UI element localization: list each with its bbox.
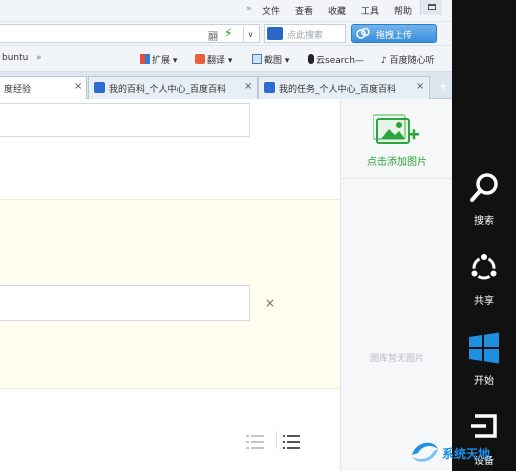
baidu-paw-icon bbox=[264, 82, 275, 93]
upload-label: 拖拽上传 bbox=[376, 31, 413, 41]
add-image-label: 点击添加图片 bbox=[367, 157, 427, 168]
bookmark-cloud-search[interactable]: 云search— bbox=[308, 53, 364, 66]
search-input[interactable]: 点此搜索 bbox=[264, 24, 346, 43]
new-tab-button[interactable]: + bbox=[438, 79, 448, 93]
upload-cloud-icon bbox=[356, 27, 370, 40]
numbered-list-icon[interactable] bbox=[246, 434, 266, 450]
share-icon bbox=[469, 252, 499, 280]
translate-icon bbox=[195, 54, 205, 64]
extensions-icon bbox=[140, 54, 150, 64]
bolt-icon[interactable]: ⚡ bbox=[224, 26, 232, 40]
address-toolbar: 翮 ⚡ ∨ 点此搜索 拖拽上传 bbox=[0, 22, 452, 46]
menu-overflow-chevron[interactable]: » bbox=[246, 4, 252, 14]
browser-window: » 文件 查看 收藏 工具 帮助 翮 ⚡ ∨ 点此搜索 拖拽上传 buntu »… bbox=[0, 0, 452, 471]
menu-favorites[interactable]: 收藏 bbox=[328, 4, 346, 17]
baidu-paw-icon[interactable] bbox=[267, 27, 283, 40]
page-content: × 点击添加图片 图库暂无图片 bbox=[0, 99, 452, 471]
clear-button[interactable]: × bbox=[265, 296, 275, 310]
watermark-swirl-icon bbox=[412, 442, 438, 462]
charms-bar: 搜索 共享 开始 设备 bbox=[452, 0, 516, 471]
menu-tools[interactable]: 工具 bbox=[361, 4, 379, 17]
tab-strip: 度经验 × 我的百科_个人中心_百度百科 × 我的任务_个人中心_百度百科 × … bbox=[0, 72, 452, 100]
charm-search-label: 搜索 bbox=[474, 216, 494, 227]
bookmark-baidu-music[interactable]: ♪ 百度随心听 bbox=[381, 53, 435, 66]
image-side-panel: 点击添加图片 图库暂无图片 bbox=[340, 99, 452, 471]
bookmark-translate[interactable]: 翻译 ▾ bbox=[195, 53, 232, 66]
minimize-button[interactable] bbox=[420, 0, 442, 15]
tab-title: 度经验 bbox=[4, 85, 32, 95]
bookmarks-overflow-chevron[interactable]: » bbox=[36, 53, 42, 63]
music-note-icon: ♪ bbox=[381, 56, 387, 66]
tab-close-button[interactable]: × bbox=[416, 81, 424, 92]
menu-view[interactable]: 查看 bbox=[295, 4, 313, 17]
bookmark-extensions[interactable]: 扩展 ▾ bbox=[140, 53, 177, 66]
charm-search[interactable]: 搜索 bbox=[452, 172, 516, 232]
baidu-paw-icon bbox=[94, 82, 105, 93]
tab-close-button[interactable]: × bbox=[74, 81, 82, 92]
tab-close-button[interactable]: × bbox=[244, 81, 252, 92]
tab-my-baike[interactable]: 我的百科_个人中心_百度百科 × bbox=[88, 76, 258, 99]
no-images-label: 图库暂无图片 bbox=[369, 354, 424, 364]
windows-start-icon bbox=[469, 332, 499, 364]
menu-file[interactable]: 文件 bbox=[262, 4, 280, 17]
tab-title: 我的任务_个人中心_百度百科 bbox=[279, 85, 397, 95]
drag-upload-button[interactable]: 拖拽上传 bbox=[351, 24, 437, 43]
menu-help[interactable]: 帮助 bbox=[394, 4, 412, 17]
add-image-button[interactable]: 点击添加图片 bbox=[341, 99, 452, 179]
tab-my-tasks[interactable]: 我的任务_个人中心_百度百科 × bbox=[258, 76, 430, 99]
bookmarks-bar: buntu » 扩展 ▾ 翻译 ▾ 截图 ▾ 云search— ♪ 百度随心听 bbox=[0, 46, 452, 72]
address-bar[interactable]: 翮 ⚡ ∨ bbox=[0, 24, 260, 43]
bullet-list-icon[interactable] bbox=[283, 434, 303, 450]
tab-title: 我的百科_个人中心_百度百科 bbox=[109, 85, 227, 95]
charm-start-label: 开始 bbox=[474, 376, 494, 387]
charm-share-label: 共享 bbox=[474, 296, 494, 307]
window-icon bbox=[427, 4, 436, 10]
bookmark-ubuntu[interactable]: buntu bbox=[2, 53, 28, 63]
watermark-text: 系统天地 bbox=[442, 447, 491, 461]
add-image-icon bbox=[373, 114, 419, 144]
toolbar-divider bbox=[276, 431, 277, 449]
search-placeholder: 点此搜索 bbox=[287, 31, 324, 41]
bookmark-screenshot[interactable]: 截图 ▾ bbox=[252, 53, 289, 66]
step-input[interactable] bbox=[0, 285, 250, 321]
menu-bar: » 文件 查看 收藏 工具 帮助 bbox=[0, 0, 452, 22]
watermark-logo: 系统天地 bbox=[406, 432, 516, 471]
compat-mode-icon[interactable]: 翮 bbox=[208, 28, 218, 43]
title-input[interactable] bbox=[0, 103, 250, 137]
address-dropdown-button[interactable]: ∨ bbox=[243, 27, 257, 42]
cloud-search-icon bbox=[308, 54, 314, 64]
charm-start[interactable]: 开始 bbox=[452, 332, 516, 392]
search-icon bbox=[470, 173, 498, 202]
charm-share[interactable]: 共享 bbox=[452, 252, 516, 312]
screenshot-icon bbox=[252, 54, 262, 64]
tab-baidu-jingyan[interactable]: 度经验 × bbox=[0, 76, 87, 100]
